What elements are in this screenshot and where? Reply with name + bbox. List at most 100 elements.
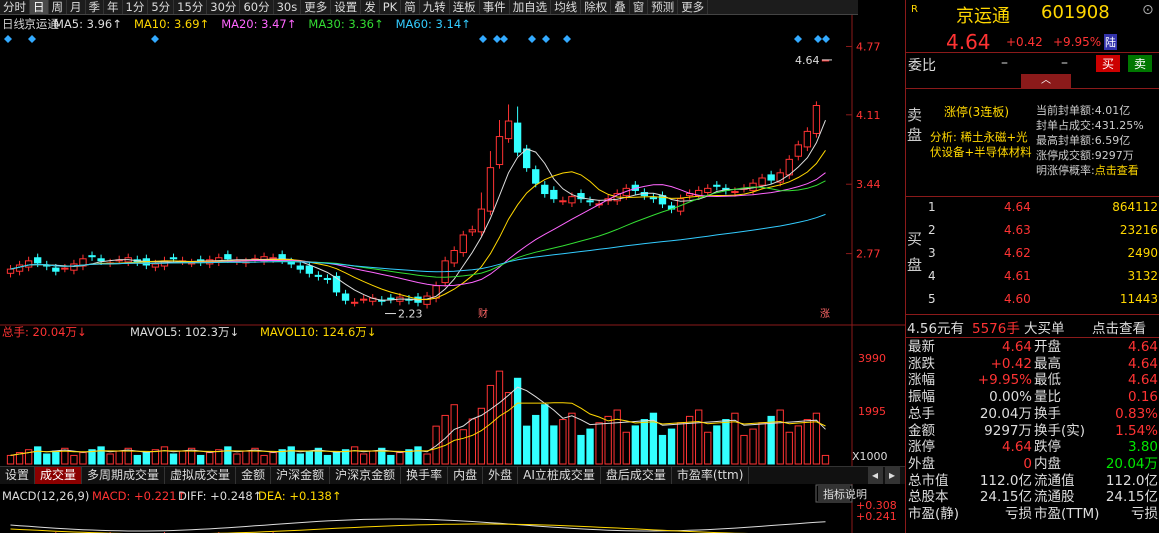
toolbar-item[interactable]: 30s xyxy=(274,0,302,14)
toolbar-item[interactable]: 加自选 xyxy=(510,0,552,14)
toolbar-item[interactable]: 预测 xyxy=(648,0,679,14)
toolbar-item[interactable]: 分时 xyxy=(0,0,30,14)
tab-scroll: ◂ ▸ xyxy=(863,467,905,484)
ma-line xyxy=(10,120,826,301)
event-diamond xyxy=(794,35,802,43)
period-toolbar: 分时日周月季年 1分 5分 15分 30分 60分 30s 更多 设置发 PK 简九转 连板 事件 加自选… xyxy=(0,0,858,15)
candle xyxy=(423,295,431,305)
scroll-arrow-icon[interactable]: ◂ xyxy=(867,467,883,484)
big-buy-row: 4.56元有 5576手 大买单 点击查看 xyxy=(906,317,1159,337)
volume-bar xyxy=(704,431,712,465)
indicator-tab[interactable]: 盘后成交量 xyxy=(601,467,672,484)
indicator-tab[interactable]: 沪深京金额 xyxy=(330,467,402,484)
volume-bar xyxy=(776,409,784,465)
finance-marker: 财 xyxy=(478,307,488,320)
indicator-tab[interactable]: 内盘 xyxy=(448,467,484,484)
kline-chart[interactable]: 日线 京运通MA5: 3.96↑ MA10: 3.69↑ MA20: 3.47↑ MA3… xyxy=(0,15,905,533)
toolbar-item[interactable]: 月 xyxy=(67,0,86,14)
indicator-tab[interactable]: 金额 xyxy=(236,467,272,484)
sell-button[interactable]: 卖 xyxy=(1128,55,1153,72)
toolbar-item[interactable]: 发 xyxy=(361,0,380,14)
candle xyxy=(649,197,658,200)
volume-bar xyxy=(595,422,603,465)
volume-bar xyxy=(178,450,187,465)
chart-area[interactable]: 日线 京运通 MA5: 3.96↑ MA10: 3.69↑ MA20: 3.47↑ MA3… xyxy=(0,15,905,533)
volume-bar xyxy=(586,428,594,465)
candle xyxy=(305,265,314,274)
candle xyxy=(224,254,232,260)
indicator-tab[interactable]: 虚拟成交量 xyxy=(165,467,237,484)
indicator-tab[interactable]: 成交量 xyxy=(35,467,83,484)
toolbar-item[interactable]: PK xyxy=(380,0,402,14)
limit-analysis: 分析: 稀土永磁+光伏设备+半导体材料 xyxy=(930,130,1032,159)
toolbar-item[interactable]: 周 xyxy=(49,0,67,14)
toolbar-item[interactable]: 年 xyxy=(104,0,123,14)
toolbar-item[interactable]: 九转 xyxy=(420,0,450,14)
indicator-tab[interactable]: AI立桩成交量 xyxy=(518,467,601,484)
toolbar-item[interactable]: 日 xyxy=(30,0,49,14)
toolbar-item[interactable]: 窗 xyxy=(630,0,649,14)
toolbar-item[interactable]: 更多 xyxy=(678,0,709,14)
toolbar-item[interactable]: 季 xyxy=(86,0,104,14)
toolbar-item[interactable]: 简 xyxy=(401,0,420,14)
stats-row: 最新 4.64 开盘 4.64 xyxy=(908,339,1158,355)
indicator-tab[interactable]: 市盈率(ttm) xyxy=(672,467,750,484)
volume-bar xyxy=(269,452,277,465)
collapse-button[interactable]: ︿ xyxy=(1021,74,1071,88)
toolbar-item[interactable]: 60分 xyxy=(240,0,274,14)
last-price: 4.64 xyxy=(946,30,991,54)
candle xyxy=(541,184,549,195)
candle xyxy=(459,234,467,254)
indicator-tab[interactable]: 外盘 xyxy=(483,467,519,484)
vol-legend: 总手: 20.04万↓ xyxy=(2,325,87,339)
buy-button[interactable]: 买 xyxy=(1096,55,1121,72)
bid-row[interactable]: 5 4.60 11443 xyxy=(924,292,1159,312)
macd-value: MACD: +0.221↑ xyxy=(92,489,186,503)
limit-info-row: 最高封单额:6.59亿 xyxy=(1036,134,1131,147)
vol-ma-line xyxy=(10,386,826,456)
candle xyxy=(794,144,802,157)
volume-bar xyxy=(550,425,558,465)
low-price-label: 2.23 xyxy=(398,308,423,321)
event-diamond xyxy=(542,35,550,43)
bid-row[interactable]: 1 4.64 864112 xyxy=(924,200,1159,220)
volume-bar xyxy=(459,429,467,465)
vol-unit: X1000 xyxy=(852,450,888,463)
weibi-value: – xyxy=(1001,55,1008,71)
toolbar-item[interactable]: 15分 xyxy=(174,0,208,14)
candle xyxy=(486,167,495,212)
indicator-tab[interactable]: 沪深金额 xyxy=(271,467,331,484)
bid-row[interactable]: 2 4.63 23216 xyxy=(924,223,1159,243)
scroll-arrow-icon[interactable]: ▸ xyxy=(884,467,900,484)
volume-bar xyxy=(486,384,495,465)
weibi-label: 委比 xyxy=(908,58,936,74)
bid-row[interactable]: 3 4.62 2490 xyxy=(924,246,1159,266)
search-icon[interactable]: ⊙ xyxy=(1142,2,1154,18)
event-diamond xyxy=(563,35,571,43)
toolbar-item[interactable]: 5分 xyxy=(148,0,175,14)
volume-bar xyxy=(305,450,314,465)
toolbar-item[interactable]: 更多 xyxy=(301,0,332,14)
price-tick: 4.11 xyxy=(856,109,881,122)
price-tick: 2.77 xyxy=(856,248,881,261)
toolbar-item[interactable]: 除权 xyxy=(581,0,612,14)
bid-row[interactable]: 4 4.61 3132 xyxy=(924,269,1159,289)
ma-line xyxy=(10,150,826,301)
toolbar-item[interactable]: 30分 xyxy=(207,0,241,14)
candle xyxy=(477,208,486,233)
toolbar-item[interactable]: 连板 xyxy=(450,0,480,14)
indicator-tab[interactable]: 设置 xyxy=(0,467,36,484)
volume-bar xyxy=(79,452,87,465)
indicator-tab[interactable]: 多周期成交量 xyxy=(82,467,166,484)
volume-bar xyxy=(387,454,395,465)
indicator-tab[interactable]: 换手率 xyxy=(401,467,449,484)
toolbar-item[interactable]: 设置 xyxy=(331,0,362,14)
toolbar-item[interactable]: 均线 xyxy=(551,0,582,14)
toolbar-item[interactable]: 事件 xyxy=(480,0,510,14)
volume-bar xyxy=(676,422,685,465)
volume-bar xyxy=(360,453,368,465)
big-buy-link[interactable]: 点击查看 xyxy=(1092,317,1146,337)
candle xyxy=(61,267,69,270)
toolbar-item[interactable]: 1分 xyxy=(123,0,149,14)
toolbar-item[interactable]: 叠 xyxy=(611,0,630,14)
